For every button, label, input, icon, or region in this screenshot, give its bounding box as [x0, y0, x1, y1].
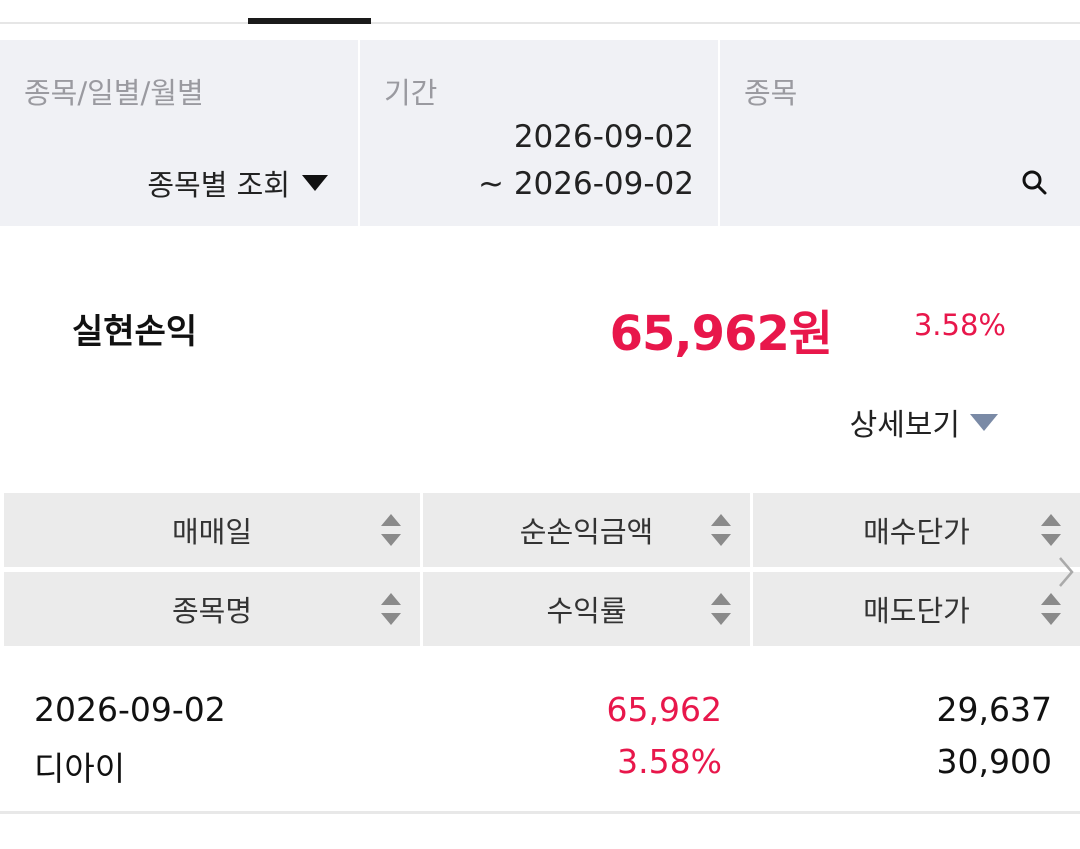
active-tab-indicator: [248, 18, 371, 24]
tab-strip: [0, 0, 1080, 24]
period-start: 2026-09-02: [513, 119, 694, 155]
sort-icon[interactable]: [710, 510, 732, 550]
header-net-profit[interactable]: 순손익금액: [423, 493, 750, 567]
buy-price: 29,637: [936, 690, 1052, 729]
header-label: 종목명: [171, 594, 253, 628]
realized-pnl-rate: 3.58%: [913, 308, 1006, 342]
period-range[interactable]: 2026-09-02 ~ 2026-09-02: [478, 114, 694, 208]
expand-caret-icon: [970, 413, 998, 431]
view-mode-filter[interactable]: 종목/일별/월별 종목별 조회: [0, 40, 358, 226]
profit-rate: 3.58%: [617, 742, 722, 781]
chevron-right-icon[interactable]: [1056, 556, 1076, 588]
stock-name: 디아이: [34, 749, 126, 788]
table-row[interactable]: 2026-09-02 디아이 65,962 3.58% 29,637 30,90…: [0, 680, 1080, 814]
header-label: 매도단가: [863, 594, 970, 628]
search-icon[interactable]: [1020, 168, 1048, 196]
sell-price: 30,900: [936, 742, 1052, 781]
net-profit: 65,962: [606, 690, 722, 729]
header-profit-rate[interactable]: 수익률: [423, 572, 750, 646]
period-filter[interactable]: 기간 2026-09-02 ~ 2026-09-02: [360, 40, 718, 226]
stock-label: 종목: [744, 76, 798, 110]
sort-icon[interactable]: [1040, 510, 1062, 550]
realized-pnl-amount: 65,962원: [609, 306, 833, 362]
header-label: 매수단가: [863, 515, 970, 549]
header-trade-date[interactable]: 매매일: [4, 493, 420, 567]
realized-pnl-title: 실현손익: [72, 312, 198, 352]
sort-icon[interactable]: [710, 589, 732, 629]
table-header: 매매일 순손익금액 매수단가 종목명 수익률 매도단가: [4, 493, 1080, 646]
period-end: ~ 2026-09-02: [478, 166, 694, 202]
view-mode-label: 종목/일별/월별: [24, 76, 204, 110]
filter-bar: 종목/일별/월별 종목별 조회 기간 2026-09-02 ~ 2026-09-…: [0, 40, 1080, 226]
header-stock-name[interactable]: 종목명: [4, 572, 420, 646]
header-sell-price[interactable]: 매도단가: [753, 572, 1080, 646]
header-label: 매매일: [171, 515, 253, 549]
trade-date: 2026-09-02: [34, 690, 226, 729]
view-mode-dropdown[interactable]: 종목별 조회: [147, 162, 328, 204]
header-buy-price[interactable]: 매수단가: [753, 493, 1080, 567]
detail-toggle-label: 상세보기: [849, 408, 960, 443]
detail-toggle-button[interactable]: 상세보기: [850, 400, 998, 444]
sort-icon[interactable]: [380, 589, 402, 629]
header-label: 순손익금액: [519, 515, 654, 549]
stock-filter[interactable]: 종목: [720, 40, 1080, 226]
sort-icon[interactable]: [1040, 589, 1062, 629]
period-label: 기간: [384, 76, 438, 110]
view-mode-value: 종목별 조회: [147, 168, 290, 202]
header-label: 수익률: [546, 594, 627, 628]
sort-icon[interactable]: [380, 510, 402, 550]
dropdown-caret-icon: [302, 175, 328, 191]
